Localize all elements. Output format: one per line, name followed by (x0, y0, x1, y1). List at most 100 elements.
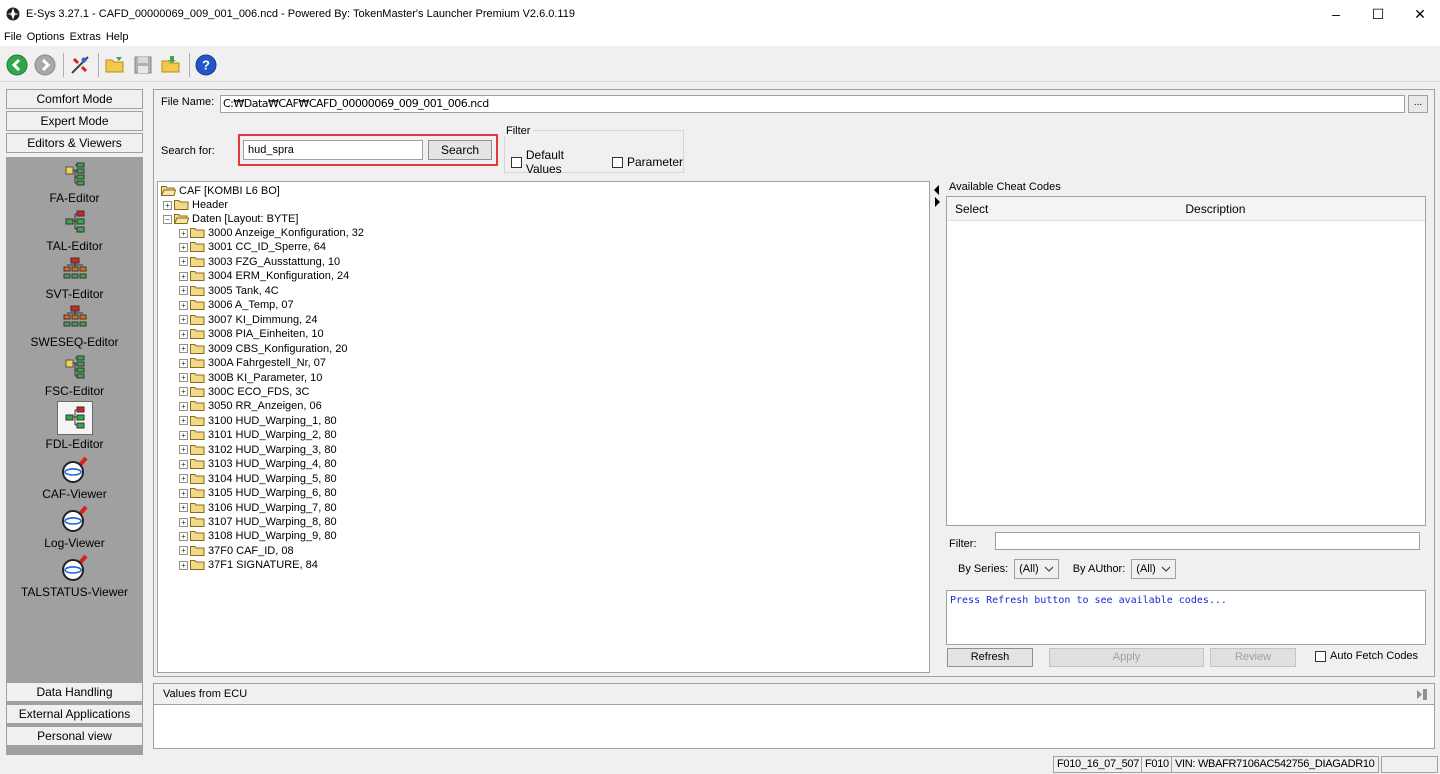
tree-item[interactable]: +3104 HUD_Warping_5, 80 (179, 472, 337, 486)
col-select[interactable]: Select (955, 202, 988, 216)
review-button[interactable]: Review (1210, 648, 1296, 667)
tree-item[interactable]: +3105 HUD_Warping_6, 80 (179, 486, 337, 500)
tree-item[interactable]: +3050 RR_Anzeigen, 06 (179, 399, 322, 413)
search-button[interactable]: Search (428, 140, 492, 160)
collapse-icon[interactable]: − (163, 214, 172, 224)
tool-tal-editor[interactable]: TAL-Editor (6, 207, 143, 253)
col-description[interactable]: Description (1185, 202, 1245, 216)
menu-extras[interactable]: Extras (70, 31, 101, 43)
close-button[interactable]: ✕ (1397, 0, 1440, 28)
tool-fsc-editor[interactable]: FSC-Editor (6, 352, 143, 398)
open-folder-icon[interactable] (102, 52, 128, 78)
data-handling-button[interactable]: Data Handling (6, 682, 143, 702)
file-name-field[interactable]: C:₩Data₩CAF₩CAFD_00000069_009_001_006.nc… (220, 95, 1405, 113)
tree-item[interactable]: +3100 HUD_Warping_1, 80 (179, 414, 337, 428)
tree-item[interactable]: +300A Fahrgestell_Nr, 07 (179, 356, 326, 370)
tree-item[interactable]: +3106 HUD_Warping_7, 80 (179, 501, 337, 515)
tree-item[interactable]: +300C ECO_FDS, 3C (179, 385, 309, 399)
expert-mode-button[interactable]: Expert Mode (6, 111, 143, 131)
help-icon[interactable]: ? (193, 52, 219, 78)
refresh-button[interactable]: Refresh (947, 648, 1033, 667)
tool-talstatus-viewer[interactable]: TALSTATUS-Viewer (6, 553, 143, 599)
tool-sweseq-editor[interactable]: SWESEQ-Editor (6, 303, 143, 349)
auto-fetch-checkbox[interactable]: Auto Fetch Codes (1315, 650, 1418, 662)
tool-fdl-editor[interactable]: FDL-Editor (6, 401, 143, 451)
tree-item[interactable]: +3000 Anzeige_Konfiguration, 32 (179, 226, 364, 240)
splitter-handle[interactable] (932, 183, 942, 213)
expand-icon[interactable]: + (179, 358, 188, 368)
tree-item[interactable]: +37F0 CAF_ID, 08 (179, 544, 294, 558)
minimize-button[interactable]: – (1313, 0, 1359, 28)
tree-item[interactable]: +3102 HUD_Warping_3, 80 (179, 443, 337, 457)
cheat-codes-list[interactable]: Select Description (946, 196, 1426, 526)
tree-item[interactable]: +3008 PIA_Einheiten, 10 (179, 327, 324, 341)
expand-icon[interactable]: + (179, 257, 188, 267)
tree-item[interactable]: +3006 A_Temp, 07 (179, 298, 294, 312)
expand-icon[interactable]: + (179, 503, 188, 513)
tree-item[interactable]: +3001 CC_ID_Sperre, 64 (179, 240, 326, 254)
tool-log-viewer[interactable]: Log-Viewer (6, 504, 143, 550)
expand-icon[interactable]: + (179, 373, 188, 382)
tree-item[interactable]: +3103 HUD_Warping_4, 80 (179, 457, 337, 471)
apply-button[interactable]: Apply (1049, 648, 1204, 667)
expand-icon[interactable]: + (179, 488, 188, 498)
default-values-checkbox[interactable]: Default Values (511, 148, 602, 176)
by-series-dropdown[interactable]: (All) (1014, 559, 1059, 579)
connect-icon[interactable] (67, 52, 93, 78)
tree-item[interactable]: +37F1 SIGNATURE, 84 (179, 558, 318, 572)
open-file-icon[interactable] (158, 52, 184, 78)
maximize-button[interactable]: ☐ (1355, 0, 1401, 28)
expand-icon[interactable]: + (179, 459, 188, 469)
external-applications-button[interactable]: External Applications (6, 704, 143, 724)
expand-icon[interactable]: + (179, 401, 188, 411)
menu-options[interactable]: Options (27, 31, 65, 43)
tree-item[interactable]: +3007 KI_Dimmung, 24 (179, 313, 317, 327)
comfort-mode-button[interactable]: Comfort Mode (6, 89, 143, 109)
tree-item[interactable]: +3004 ERM_Konfiguration, 24 (179, 269, 349, 283)
parameter-checkbox[interactable]: Parameter (611, 148, 683, 176)
expand-icon[interactable]: + (179, 546, 188, 556)
tree-item[interactable]: +300B KI_Parameter, 10 (179, 371, 322, 385)
tree-item[interactable]: +3101 HUD_Warping_2, 80 (179, 428, 337, 442)
tool-fa-editor[interactable]: FA-Editor (6, 159, 143, 205)
tree-item[interactable]: +3003 FZG_Ausstattung, 10 (179, 255, 340, 269)
tree-item[interactable]: +3005 Tank, 4C (179, 284, 279, 298)
back-icon[interactable] (4, 52, 30, 78)
expand-icon[interactable]: + (179, 286, 188, 296)
expand-icon[interactable]: + (179, 344, 188, 354)
expand-icon[interactable]: + (179, 300, 188, 310)
menu-file[interactable]: File (4, 31, 22, 43)
search-input[interactable]: hud_spra (243, 140, 423, 160)
expand-icon[interactable]: + (179, 416, 188, 426)
by-author-dropdown[interactable]: (All) (1131, 559, 1176, 579)
save-icon[interactable] (130, 52, 156, 78)
tool-caf-viewer[interactable]: CAF-Viewer (6, 455, 143, 501)
browse-button[interactable]: ... (1408, 95, 1428, 113)
expand-icon[interactable]: + (179, 315, 188, 325)
tree-root[interactable]: CAF [KOMBI L6 BO] (161, 184, 280, 198)
expand-icon[interactable]: + (179, 560, 188, 570)
expand-icon[interactable]: + (179, 430, 188, 440)
expand-icon[interactable]: + (179, 329, 188, 339)
expand-icon[interactable]: + (179, 271, 188, 281)
tree-item-daten[interactable]: − Daten [Layout: BYTE] (163, 212, 298, 226)
tree-item[interactable]: +3107 HUD_Warping_8, 80 (179, 515, 337, 529)
tree-item[interactable]: +3009 CBS_Konfiguration, 20 (179, 342, 347, 356)
expand-icon[interactable]: + (179, 387, 188, 397)
expand-icon[interactable]: + (163, 200, 172, 210)
expand-icon[interactable]: + (179, 445, 188, 455)
expand-icon[interactable]: + (179, 531, 188, 541)
expand-icon[interactable]: + (179, 228, 188, 238)
editors-viewers-button[interactable]: Editors & Viewers (6, 133, 143, 153)
menu-help[interactable]: Help (106, 31, 129, 43)
tool-svt-editor[interactable]: SVT-Editor (6, 255, 143, 301)
caf-tree[interactable]: CAF [KOMBI L6 BO] + Header − Daten [Layo… (157, 181, 930, 673)
expand-icon[interactable]: + (179, 517, 188, 527)
cheat-filter-input[interactable] (995, 532, 1420, 550)
personal-view-button[interactable]: Personal view (6, 726, 143, 746)
tree-item[interactable]: +3108 HUD_Warping_9, 80 (179, 529, 337, 543)
forward-icon[interactable] (32, 52, 58, 78)
expand-icon[interactable]: + (179, 474, 188, 484)
tree-item-header[interactable]: + Header (163, 198, 228, 212)
expand-icon[interactable]: + (179, 242, 188, 252)
